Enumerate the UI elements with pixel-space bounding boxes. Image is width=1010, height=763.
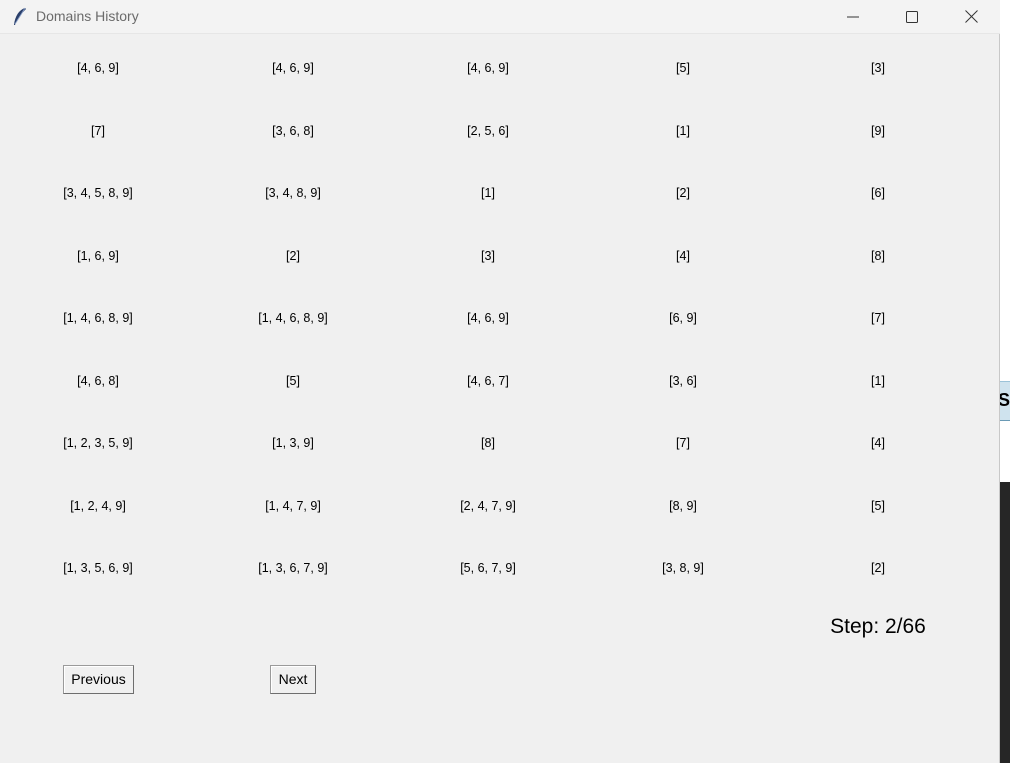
feather-icon — [12, 7, 28, 27]
domain-cell: [5] — [871, 498, 885, 513]
domain-cell: [1, 4, 6, 8, 9] — [63, 311, 133, 325]
domain-cell: [4, 6, 9] — [467, 61, 509, 75]
domain-cell: [7] — [871, 311, 885, 325]
window-title: Domains History — [36, 8, 139, 24]
domain-cell: [8] — [481, 436, 495, 450]
domain-cell: [5] — [676, 61, 690, 75]
domain-cell: [6, 9] — [669, 311, 697, 325]
maximize-button[interactable] — [889, 0, 935, 33]
domain-cell: [5] — [286, 373, 300, 388]
domain-cell: [4] — [871, 436, 885, 450]
domain-cell: [1] — [871, 373, 885, 388]
domain-cell: [4] — [676, 248, 690, 263]
maximize-icon — [906, 10, 918, 23]
domain-cell: [1, 3, 5, 6, 9] — [63, 561, 133, 575]
desktop: Domains History [4, 6, 9] [4, 6, 9] [4, … — [0, 0, 1010, 763]
domain-cell: [3] — [871, 61, 885, 75]
domain-cell: [3, 6] — [669, 373, 697, 388]
domain-cell: [2] — [871, 561, 885, 575]
domain-cell: [3, 4, 5, 8, 9] — [63, 186, 133, 200]
domain-cell: [6] — [871, 186, 885, 200]
step-counter: Step: 2/66 — [830, 615, 926, 638]
domain-cell: [3, 6, 8] — [272, 123, 314, 138]
domain-cell: [5, 6, 7, 9] — [460, 561, 516, 575]
domain-cell: [9] — [871, 123, 885, 138]
domain-cell: [8] — [871, 248, 885, 263]
minimize-icon — [847, 11, 859, 23]
domain-cell: [1] — [481, 186, 495, 200]
close-button[interactable] — [948, 0, 994, 33]
domain-cell: [3, 8, 9] — [662, 561, 704, 575]
domain-cell: [1, 6, 9] — [77, 248, 119, 263]
previous-button[interactable]: Previous — [63, 665, 134, 694]
domain-cell: [7] — [676, 436, 690, 450]
domain-cell: [3, 4, 8, 9] — [265, 186, 321, 200]
domain-cell: [1] — [676, 123, 690, 138]
title-bar[interactable]: Domains History — [0, 0, 1000, 34]
next-button[interactable]: Next — [270, 665, 316, 694]
background-window-tab[interactable]: Se — [1000, 381, 1010, 421]
domain-cell: [4, 6, 9] — [272, 61, 314, 75]
domain-cell: [7] — [91, 123, 105, 138]
domain-cell: [1, 3, 9] — [272, 436, 314, 450]
domain-cell: [1, 4, 6, 8, 9] — [258, 311, 328, 325]
domain-cell: [4, 6, 9] — [77, 61, 119, 75]
domain-cell: [1, 4, 7, 9] — [265, 498, 321, 513]
domain-cell: [2, 5, 6] — [467, 123, 509, 138]
domain-cell: [1, 3, 6, 7, 9] — [258, 561, 328, 575]
domain-cell: [4, 6, 8] — [77, 373, 119, 388]
background-window-tab-label: Se — [1000, 390, 1010, 411]
domain-cell: [1, 2, 4, 9] — [70, 498, 126, 513]
domains-history-window: Domains History [4, 6, 9] [4, 6, 9] [4, … — [0, 0, 1000, 763]
domain-cell: [2, 4, 7, 9] — [460, 498, 516, 513]
domain-cell: [4, 6, 9] — [467, 311, 509, 325]
close-icon — [964, 10, 978, 23]
domain-cell: [2] — [676, 186, 690, 200]
domain-cell: [4, 6, 7] — [467, 373, 509, 388]
domain-cell: [2] — [286, 248, 300, 263]
background-window-panel — [1000, 482, 1010, 763]
domain-cell: [3] — [481, 248, 495, 263]
domain-cell: [8, 9] — [669, 498, 697, 513]
minimize-button[interactable] — [830, 0, 876, 33]
domain-cell: [1, 2, 3, 5, 9] — [63, 436, 133, 450]
